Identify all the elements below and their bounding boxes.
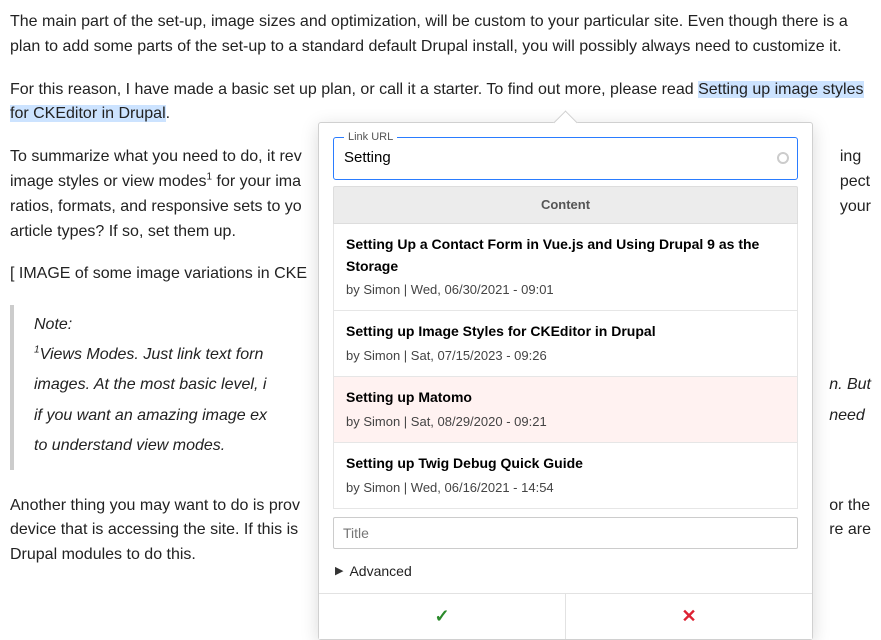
cancel-button[interactable]: ✕ [566,594,812,639]
link-url-input[interactable] [344,149,769,166]
link-title-input[interactable] [333,517,798,549]
dialog-action-bar: ✓ ✕ [319,593,812,639]
p4-frag-c: Drupal modules to do this. [10,546,196,563]
autocomplete-result[interactable]: Setting up Image Styles for CKEditor in … [333,311,798,377]
p3-frag-e: article types? If so, set them up. [10,223,236,240]
p3-right2: pect [840,173,870,190]
link-dialog: Link URL Content Setting Up a Contact Fo… [318,122,813,640]
note-line1: Views Modes. Just link text forn [40,346,264,363]
autocomplete-result[interactable]: Setting up Matomo by Simon | Sat, 08/29/… [333,377,798,443]
note-line4: to understand view modes. [34,437,225,454]
p4-right2: re are [829,521,871,538]
paragraph-1: The main part of the set-up, image sizes… [10,10,871,60]
loading-spinner-icon [777,152,789,164]
autocomplete-result[interactable]: Setting up Twig Debug Quick Guide by Sim… [333,443,798,509]
p2-text-before: For this reason, I have made a basic set… [10,81,698,98]
close-icon: ✕ [681,606,696,626]
p3-right1: ing [840,148,861,165]
p3-frag-d: ratios, formats, and responsive sets to … [10,198,302,215]
p4-frag-a: Another thing you may want to do is prov [10,497,300,514]
link-url-field-wrap[interactable]: Link URL [333,137,798,180]
chevron-right-icon: ▶ [335,563,343,580]
p3-frag-b: image styles or view modes [10,173,207,190]
result-title: Setting up Matomo [346,387,785,409]
p3-frag-c: for your ima [212,173,301,190]
result-title: Setting up Image Styles for CKEditor in … [346,321,785,343]
note-line3: if you want an amazing image ex [34,407,267,424]
link-url-label: Link URL [344,129,397,146]
p3-frag-a: To summarize what you need to do, it rev [10,148,302,165]
result-meta: by Simon | Sat, 08/29/2020 - 09:21 [346,412,785,432]
p2-text-after: . [166,105,170,122]
check-icon: ✓ [434,606,449,626]
autocomplete-result[interactable]: Setting Up a Contact Form in Vue.js and … [333,224,798,312]
result-title: Setting Up a Contact Form in Vue.js and … [346,234,785,277]
p4-right1: or the [829,497,870,514]
result-meta: by Simon | Sat, 07/15/2023 - 09:26 [346,346,785,366]
paragraph-2: For this reason, I have made a basic set… [10,78,871,128]
note-right2: need [829,407,865,424]
note-line2: images. At the most basic level, i [34,376,266,393]
advanced-label: Advanced [349,561,411,583]
result-meta: by Simon | Wed, 06/30/2021 - 09:01 [346,280,785,300]
confirm-button[interactable]: ✓ [319,594,566,639]
results-section-header: Content [333,186,798,224]
p4-frag-b: device that is accessing the site. If th… [10,521,298,538]
result-title: Setting up Twig Debug Quick Guide [346,453,785,475]
result-meta: by Simon | Wed, 06/16/2021 - 14:54 [346,478,785,498]
note-right1: n. But [829,376,871,393]
p3-right3: your [840,198,871,215]
advanced-toggle[interactable]: ▶ Advanced [333,549,798,593]
